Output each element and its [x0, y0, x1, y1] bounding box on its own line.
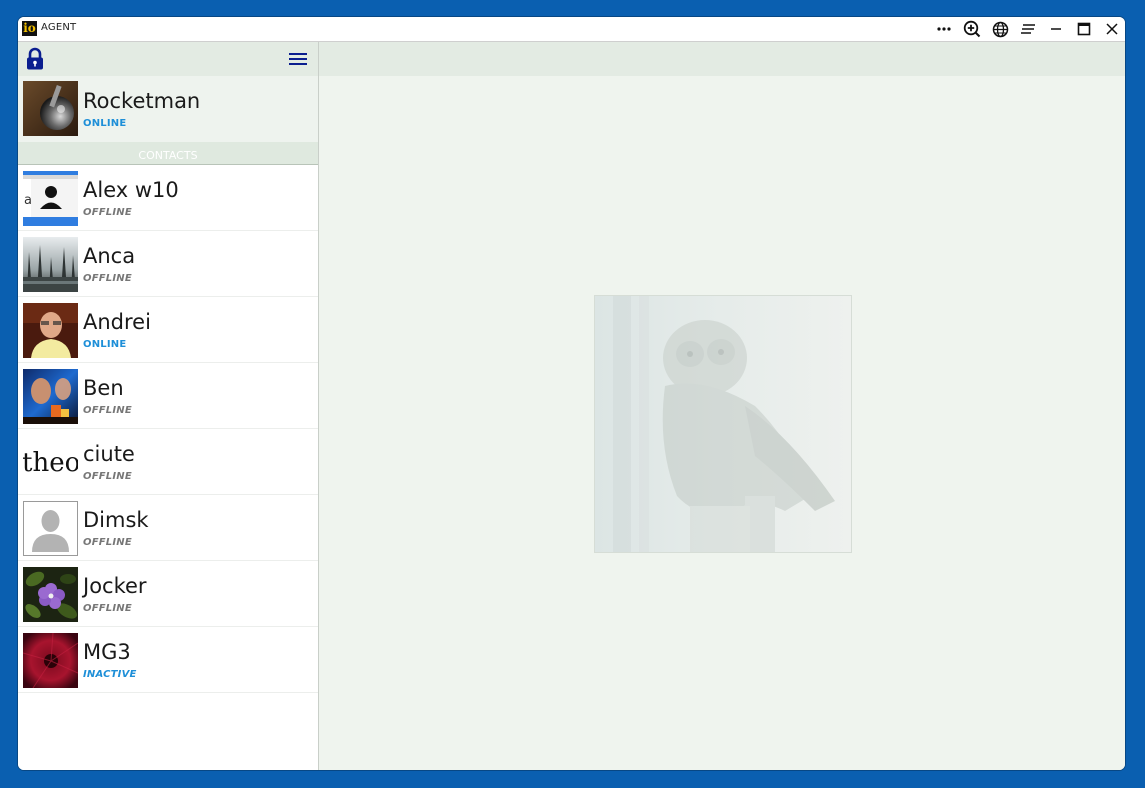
- contact-item[interactable]: Andrei ONLINE: [18, 297, 318, 363]
- contact-list: a Alex w10 OFFLINE Anca OFFLINE Andrei O…: [18, 165, 318, 693]
- contact-item[interactable]: MG3 INACTIVE: [18, 627, 318, 693]
- contact-name: Andrei: [83, 310, 151, 334]
- avatar: [23, 567, 78, 622]
- user-name: Rocketman: [83, 89, 201, 113]
- contact-status: INACTIVE: [83, 669, 137, 680]
- main-panel: [319, 42, 1125, 770]
- contact-name: ciute: [83, 442, 135, 466]
- contact-item[interactable]: Anca OFFLINE: [18, 231, 318, 297]
- avatar: [23, 237, 78, 292]
- title-bar[interactable]: io AGENT: [18, 17, 1125, 42]
- svg-text:a: a: [24, 193, 32, 208]
- app-title: AGENT: [41, 22, 77, 33]
- contact-item[interactable]: Ben OFFLINE: [18, 363, 318, 429]
- more-horizontal-icon[interactable]: [931, 17, 957, 41]
- minimize-icon[interactable]: [1043, 17, 1069, 41]
- hamburger-menu-icon[interactable]: [288, 51, 308, 67]
- current-user[interactable]: Rocketman ONLINE: [18, 76, 318, 142]
- contact-name: MG3: [83, 640, 131, 664]
- contact-status: OFFLINE: [83, 405, 132, 416]
- zoom-in-icon[interactable]: [959, 17, 985, 41]
- placeholder-owl-image: [594, 295, 852, 553]
- contact-item[interactable]: a Alex w10 OFFLINE: [18, 165, 318, 231]
- main-toolbar: [319, 42, 1125, 76]
- contact-item[interactable]: Jocker OFFLINE: [18, 561, 318, 627]
- list-icon[interactable]: [1015, 17, 1041, 41]
- contact-name: Alex w10: [83, 178, 179, 202]
- lock-icon[interactable]: [25, 47, 45, 71]
- contacts-sidebar: Rocketman ONLINE CONTACTS a Alex w10 OFF…: [18, 42, 319, 770]
- avatar: [23, 303, 78, 358]
- avatar: [23, 81, 78, 136]
- avatar: a: [23, 171, 78, 226]
- contact-status: ONLINE: [83, 339, 127, 350]
- contact-status: OFFLINE: [83, 537, 132, 548]
- close-icon[interactable]: [1099, 17, 1125, 41]
- default-avatar-icon: [23, 501, 78, 556]
- contact-status: OFFLINE: [83, 207, 132, 218]
- maximize-icon[interactable]: [1071, 17, 1097, 41]
- sidebar-toolbar: [18, 42, 318, 76]
- avatar: [23, 633, 78, 688]
- contact-name: Dimsk: [83, 508, 149, 532]
- contact-name: Jocker: [83, 574, 147, 598]
- contact-name: Anca: [83, 244, 136, 268]
- app-window: io AGENT Rocketman ONLINE CONTACTS a Ale…: [18, 17, 1125, 770]
- avatar: [23, 369, 78, 424]
- contact-item[interactable]: Dimsk OFFLINE: [18, 495, 318, 561]
- contact-item[interactable]: theo ciute OFFLINE: [18, 429, 318, 495]
- contact-name: Ben: [83, 376, 124, 400]
- globe-icon[interactable]: [987, 17, 1013, 41]
- user-status: ONLINE: [83, 118, 127, 129]
- contact-status: OFFLINE: [83, 603, 132, 614]
- app-logo: io: [22, 21, 37, 36]
- contact-status: OFFLINE: [83, 273, 132, 284]
- contact-status: OFFLINE: [83, 471, 132, 482]
- avatar-text: theo: [23, 448, 78, 478]
- contacts-header: CONTACTS: [18, 142, 318, 165]
- avatar: theo: [23, 435, 78, 490]
